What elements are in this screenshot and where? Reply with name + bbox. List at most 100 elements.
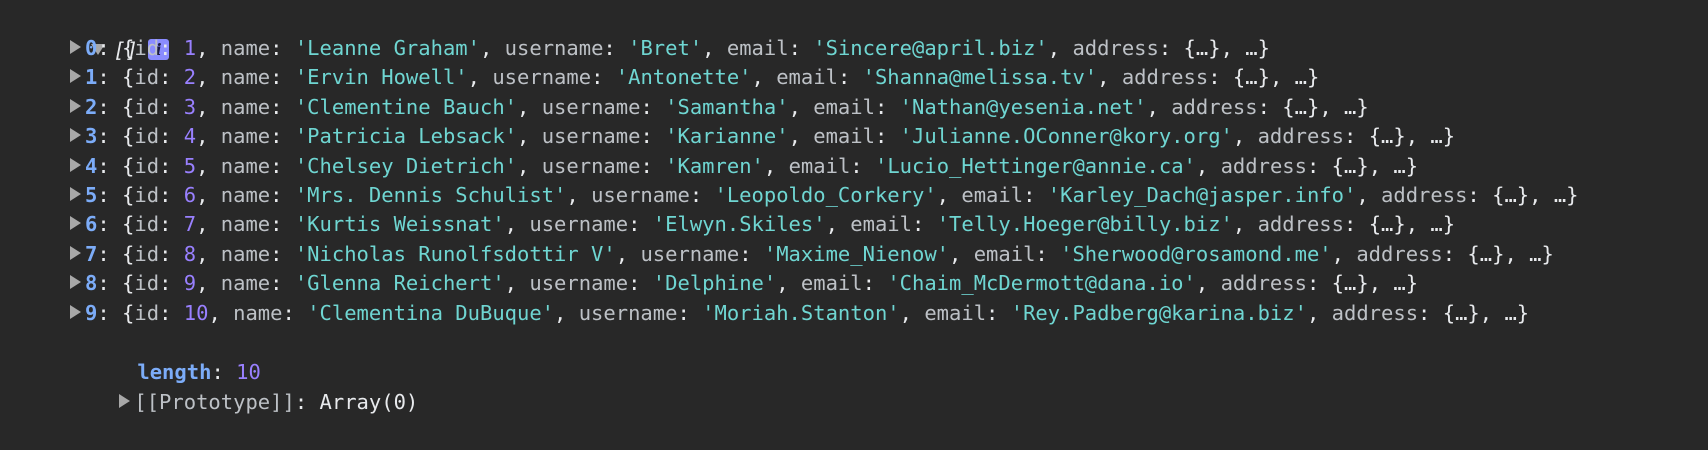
key-name: name bbox=[220, 94, 271, 119]
expand-triangle-icon[interactable] bbox=[70, 40, 81, 54]
key-id: id bbox=[134, 183, 160, 207]
value-email: 'Chaim_McDermott@dana.io' bbox=[887, 271, 1196, 296]
value-email: 'Julianne.OConner@kory.org' bbox=[899, 124, 1233, 149]
key-username: username bbox=[578, 300, 678, 325]
key-username: username bbox=[504, 36, 604, 60]
array-item-row[interactable]: 0: {id: 1, name: 'Leanne Graham', userna… bbox=[70, 32, 1270, 64]
length-property: length: 10 bbox=[137, 360, 261, 384]
array-item-row[interactable]: 4: {id: 5, name: 'Chelsey Dietrich', use… bbox=[70, 150, 1418, 182]
more-ellipsis: … bbox=[1529, 241, 1542, 266]
expand-triangle-icon[interactable] bbox=[70, 216, 81, 231]
array-item-row[interactable]: 1: {id: 2, name: 'Ervin Howell', usernam… bbox=[70, 61, 1319, 93]
key-email: email bbox=[776, 65, 838, 90]
item-index: 7 bbox=[85, 241, 98, 266]
key-id: id bbox=[134, 300, 160, 325]
item-index: 3 bbox=[85, 124, 98, 149]
array-item-row[interactable]: 5: {id: 6, name: 'Mrs. Dennis Schulist',… bbox=[70, 179, 1579, 211]
more-ellipsis: … bbox=[1430, 212, 1443, 237]
key-address: address bbox=[1257, 212, 1344, 237]
item-index: 0 bbox=[85, 36, 98, 60]
array-item-row[interactable]: 6: {id: 7, name: 'Kurtis Weissnat', user… bbox=[70, 208, 1455, 240]
array-item-row[interactable]: 2: {id: 3, name: 'Clementine Bauch', use… bbox=[70, 91, 1369, 123]
collapsed-object: {…} bbox=[1368, 212, 1406, 237]
key-id: id bbox=[134, 94, 160, 119]
key-username: username bbox=[529, 271, 629, 296]
array-item-row[interactable]: 3: {id: 4, name: 'Patricia Lebsack', use… bbox=[70, 120, 1455, 152]
more-ellipsis: … bbox=[1245, 36, 1258, 60]
key-id: id bbox=[134, 36, 160, 60]
value-name: 'Clementina DuBuque' bbox=[307, 300, 555, 325]
key-name: name bbox=[220, 36, 271, 60]
key-name: name bbox=[220, 65, 271, 90]
key-email: email bbox=[800, 271, 863, 296]
prototype-key: [[Prototype]] bbox=[134, 390, 295, 414]
array-item-row[interactable]: 8: {id: 9, name: 'Glenna Reichert', user… bbox=[70, 267, 1418, 299]
more-ellipsis: … bbox=[1294, 65, 1307, 90]
value-name: 'Ervin Howell' bbox=[294, 65, 468, 90]
key-username: username bbox=[541, 124, 641, 149]
value-id: 10 bbox=[183, 300, 209, 325]
value-id: 9 bbox=[183, 271, 197, 296]
value-id: 5 bbox=[183, 153, 197, 178]
value-id: 7 bbox=[183, 212, 197, 237]
value-username: 'Elwyn.Skiles' bbox=[652, 212, 826, 237]
key-name: name bbox=[220, 124, 271, 149]
item-index: 2 bbox=[85, 94, 98, 119]
value-username: 'Bret' bbox=[628, 36, 703, 60]
key-email: email bbox=[813, 124, 875, 149]
more-ellipsis: … bbox=[1393, 271, 1406, 296]
collapsed-object: {…} bbox=[1232, 65, 1270, 90]
value-name: 'Chelsey Dietrich' bbox=[294, 153, 518, 178]
expand-triangle-icon[interactable] bbox=[70, 245, 81, 260]
key-address: address bbox=[1072, 36, 1159, 60]
value-username: 'Kamren' bbox=[665, 153, 764, 178]
expand-triangle-icon[interactable] bbox=[119, 394, 131, 408]
value-name: 'Kurtis Weissnat' bbox=[294, 212, 505, 237]
array-header[interactable]: [] i bbox=[42, 2, 170, 62]
value-name: 'Patricia Lebsack' bbox=[294, 124, 518, 149]
expand-triangle-icon[interactable] bbox=[70, 128, 81, 143]
value-name: 'Nicholas Runolfsdottir V' bbox=[294, 241, 616, 266]
prototype-row[interactable]: [[Prototype]]: Array(0) bbox=[70, 354, 418, 414]
expand-triangle-icon[interactable] bbox=[70, 69, 81, 84]
value-name: 'Leanne Graham' bbox=[294, 36, 480, 60]
value-name: 'Glenna Reichert' bbox=[294, 271, 505, 296]
collapsed-object: {…} bbox=[1331, 271, 1369, 296]
value-id: 8 bbox=[183, 241, 197, 266]
array-item-row[interactable]: 9: {id: 10, name: 'Clementina DuBuque', … bbox=[70, 297, 1529, 329]
value-id: 4 bbox=[183, 124, 197, 149]
expand-triangle-icon[interactable] bbox=[70, 187, 81, 201]
key-address: address bbox=[1356, 241, 1443, 266]
value-id: 2 bbox=[183, 65, 197, 90]
value-username: 'Antonette' bbox=[615, 65, 752, 90]
key-id: id bbox=[134, 153, 160, 178]
key-email: email bbox=[726, 36, 789, 60]
value-email: 'Telly.Hoeger@billy.biz' bbox=[936, 212, 1233, 237]
key-address: address bbox=[1171, 94, 1258, 119]
value-email: 'Karley_Dach@jasper.info' bbox=[1047, 183, 1357, 207]
key-email: email bbox=[788, 153, 851, 178]
key-address: address bbox=[1381, 183, 1468, 207]
key-email: email bbox=[924, 300, 987, 325]
value-username: 'Leopoldo_Corkery' bbox=[714, 183, 937, 207]
expand-triangle-icon[interactable] bbox=[70, 98, 81, 113]
key-username: username bbox=[541, 153, 641, 178]
expand-triangle-icon[interactable] bbox=[70, 275, 81, 290]
value-name: 'Mrs. Dennis Schulist' bbox=[294, 183, 567, 207]
more-ellipsis: … bbox=[1344, 94, 1357, 119]
item-index: 9 bbox=[85, 300, 98, 325]
key-username: username bbox=[529, 212, 629, 237]
key-username: username bbox=[541, 94, 641, 119]
key-username: username bbox=[591, 183, 690, 207]
expand-triangle-icon[interactable] bbox=[70, 304, 81, 319]
key-address: address bbox=[1257, 124, 1344, 149]
expand-triangle-icon[interactable] bbox=[70, 157, 81, 172]
collapsed-object: {…} bbox=[1282, 94, 1320, 119]
item-index: 5 bbox=[85, 183, 98, 207]
value-id: 6 bbox=[183, 183, 197, 207]
array-item-row[interactable]: 7: {id: 8, name: 'Nicholas Runolfsdottir… bbox=[70, 238, 1554, 270]
value-username: 'Moriah.Stanton' bbox=[702, 300, 900, 325]
more-ellipsis: … bbox=[1504, 300, 1517, 325]
value-username: 'Delphine' bbox=[652, 271, 777, 296]
key-name: name bbox=[233, 300, 283, 325]
